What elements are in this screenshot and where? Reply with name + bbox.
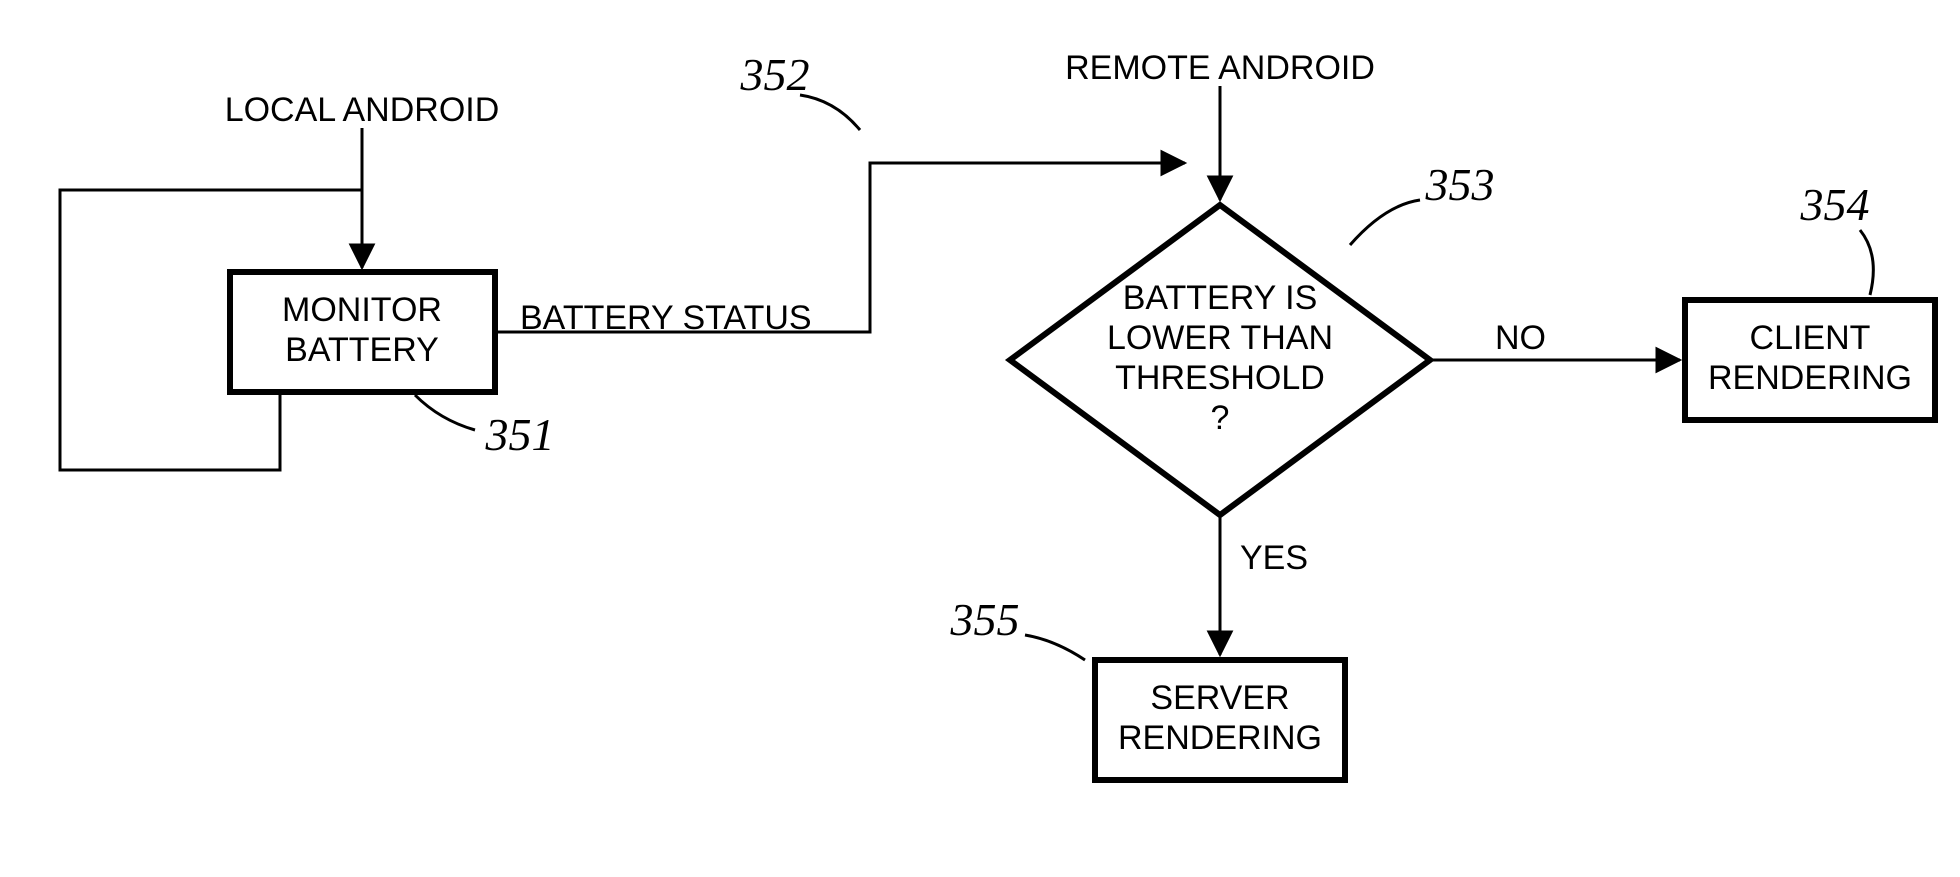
local-android-label: LOCAL ANDROID	[225, 91, 500, 129]
ref-354: 354	[1800, 179, 1870, 230]
ref-353: 353	[1425, 159, 1495, 210]
leader-354	[1860, 230, 1873, 295]
ref-352: 352	[740, 49, 810, 100]
server-rendering-text-1: SERVER	[1150, 679, 1289, 717]
leader-352	[800, 95, 860, 130]
client-rendering-text-2: RENDERING	[1708, 359, 1912, 397]
remote-android-label: REMOTE ANDROID	[1065, 49, 1375, 87]
decision-text-4: ?	[1211, 399, 1230, 437]
decision-text-2: LOWER THAN	[1107, 319, 1333, 357]
server-rendering-text-2: RENDERING	[1118, 719, 1322, 757]
monitor-battery-text-2: BATTERY	[285, 331, 439, 369]
no-label: NO	[1495, 319, 1546, 357]
ref-355: 355	[950, 594, 1020, 645]
monitor-battery-text-1: MONITOR	[282, 291, 442, 329]
leader-355	[1025, 635, 1085, 660]
ref-351: 351	[485, 409, 555, 460]
leader-353	[1350, 200, 1420, 245]
yes-label: YES	[1240, 539, 1308, 577]
client-rendering-text-1: CLIENT	[1750, 319, 1871, 357]
decision-text-3: THRESHOLD	[1115, 359, 1325, 397]
decision-text-1: BATTERY IS	[1123, 279, 1318, 317]
leader-351	[415, 395, 475, 430]
